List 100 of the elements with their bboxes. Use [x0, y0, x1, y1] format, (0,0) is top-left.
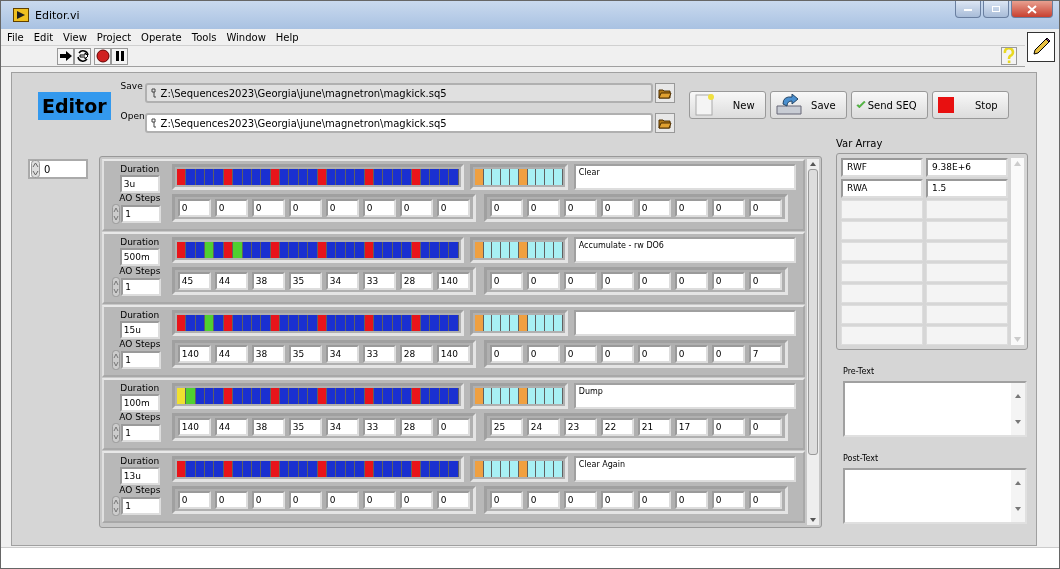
led-indicator[interactable] [474, 461, 484, 477]
ao-value-field[interactable]: 0 [563, 272, 597, 290]
ao-value-field[interactable]: 0 [362, 199, 396, 217]
led-indicator[interactable] [474, 388, 484, 404]
ao-value-field[interactable]: 0 [526, 272, 560, 290]
ao-value-field[interactable]: 35 [288, 345, 322, 363]
table-cell[interactable]: RWA [841, 179, 923, 198]
ao-value-field[interactable]: 0 [748, 491, 782, 509]
ao-value-field[interactable]: 28 [399, 345, 433, 363]
led-indicator[interactable] [545, 388, 554, 404]
folder-button[interactable] [654, 83, 675, 103]
ao-value-field[interactable]: 7 [748, 345, 782, 363]
ao-value-field[interactable]: 0 [251, 491, 285, 509]
array-index-field[interactable]: 0 [28, 159, 88, 179]
led-indicator[interactable] [492, 242, 502, 258]
ao-steps-field[interactable]: 1 [121, 497, 162, 515]
ao-steps-field[interactable]: 1 [121, 351, 162, 369]
ao-value-field[interactable]: 0 [177, 491, 211, 509]
led-indicator[interactable] [223, 242, 234, 258]
ao-value-field[interactable]: 34 [325, 345, 359, 363]
ao-steps-field[interactable]: 1 [121, 278, 162, 296]
led-indicator[interactable] [474, 315, 484, 331]
ao-value-field[interactable]: 0 [489, 199, 523, 217]
ao-value-field[interactable]: 140 [436, 345, 470, 363]
ao-steps-field[interactable]: 1 [121, 205, 162, 223]
ao-value-field[interactable]: 0 [600, 345, 634, 363]
led-indicator[interactable] [176, 242, 187, 258]
led-indicator[interactable] [509, 388, 519, 404]
table-cell[interactable] [926, 326, 1008, 345]
ao-value-field[interactable]: 140 [177, 345, 211, 363]
spinner-icon[interactable] [112, 204, 121, 224]
led-indicator[interactable] [233, 242, 243, 258]
ao-value-field[interactable]: 0 [489, 345, 523, 363]
scroll-up-icon[interactable] [809, 161, 817, 167]
ao-value-field[interactable]: 0 [436, 199, 470, 217]
led-indicator[interactable] [536, 315, 546, 331]
led-indicator[interactable] [545, 242, 554, 258]
menu-item[interactable]: File [7, 31, 24, 43]
led-indicator[interactable] [176, 169, 187, 185]
duration-field[interactable]: 500m [119, 248, 160, 266]
ao-value-field[interactable]: 44 [214, 272, 248, 290]
menu-item[interactable]: View [63, 31, 87, 43]
led-indicator[interactable] [492, 461, 502, 477]
led-indicator[interactable] [483, 242, 493, 258]
led-indicator[interactable] [176, 315, 187, 331]
close-button[interactable] [1011, 1, 1053, 18]
led-indicator[interactable] [545, 461, 554, 477]
duration-field[interactable]: 13u [119, 467, 160, 485]
abort-icon[interactable] [94, 47, 111, 65]
ao-value-field[interactable]: 0 [436, 418, 470, 436]
ao-value-field[interactable]: 0 [563, 345, 597, 363]
led-indicator[interactable] [483, 169, 493, 185]
table-cell[interactable]: 9.38E+6 [926, 158, 1008, 177]
table-cell[interactable] [926, 284, 1008, 303]
led-indicator[interactable] [492, 388, 502, 404]
led-indicator[interactable] [527, 242, 537, 258]
run-continuously-icon[interactable] [74, 47, 91, 65]
led-indicator[interactable] [536, 242, 546, 258]
led-indicator[interactable] [483, 315, 493, 331]
led-indicator[interactable] [501, 315, 510, 331]
menu-item[interactable]: Window [226, 31, 266, 43]
led-indicator[interactable] [553, 169, 563, 185]
led-indicator[interactable] [176, 461, 187, 477]
comment-field[interactable]: Dump [573, 383, 796, 409]
ao-value-field[interactable]: 0 [214, 491, 248, 509]
table-cell[interactable] [926, 242, 1008, 261]
led-indicator[interactable] [204, 242, 215, 258]
ao-value-field[interactable]: 0 [288, 491, 322, 509]
led-indicator[interactable] [518, 315, 528, 331]
led-indicator[interactable] [501, 242, 510, 258]
ao-value-field[interactable]: 0 [436, 491, 470, 509]
led-indicator[interactable] [204, 315, 215, 331]
table-cell[interactable]: RWF [841, 158, 923, 177]
ao-value-field[interactable]: 22 [600, 418, 634, 436]
ao-value-field[interactable]: 0 [600, 491, 634, 509]
ao-value-field[interactable]: 0 [711, 345, 745, 363]
spinner-icon[interactable] [31, 160, 40, 178]
scroll-down-icon[interactable] [809, 517, 817, 523]
action-button[interactable]: New [688, 91, 766, 119]
ao-value-field[interactable]: 24 [526, 418, 560, 436]
ao-value-field[interactable]: 0 [214, 199, 248, 217]
led-indicator[interactable] [518, 388, 528, 404]
table-cell[interactable] [841, 284, 923, 303]
ao-value-field[interactable]: 38 [251, 272, 285, 290]
led-indicator[interactable] [518, 461, 528, 477]
spinner-icon[interactable] [112, 277, 121, 297]
scroll-up-icon[interactable] [1015, 394, 1021, 398]
ao-value-field[interactable]: 0 [526, 491, 560, 509]
table-cell[interactable] [926, 200, 1008, 219]
ao-value-field[interactable]: 0 [711, 418, 745, 436]
ao-value-field[interactable]: 0 [711, 491, 745, 509]
scroll-thumb[interactable] [808, 169, 818, 455]
led-indicator[interactable] [509, 315, 519, 331]
table-cell[interactable] [841, 305, 923, 324]
ao-value-field[interactable]: 38 [251, 345, 285, 363]
action-button[interactable]: Save [769, 91, 847, 119]
ao-value-field[interactable]: 25 [489, 418, 523, 436]
ao-value-field[interactable]: 0 [325, 199, 359, 217]
ao-value-field[interactable]: 0 [711, 199, 745, 217]
led-indicator[interactable] [474, 169, 484, 185]
